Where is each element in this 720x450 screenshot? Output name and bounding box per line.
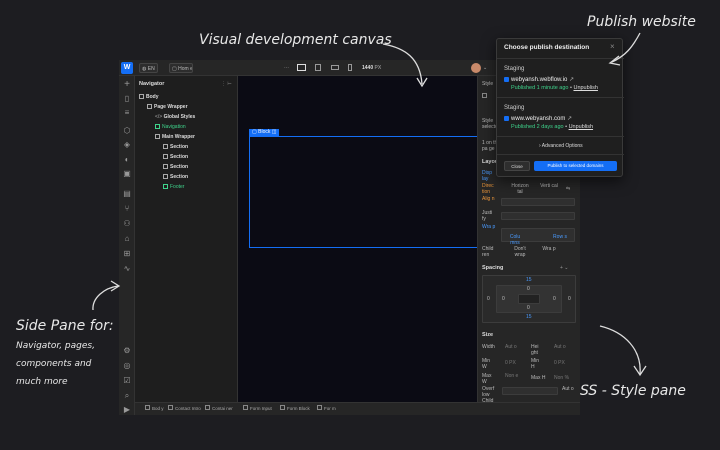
arrow-to-canvas bbox=[382, 43, 423, 85]
annotation-arrows bbox=[92, 32, 647, 377]
